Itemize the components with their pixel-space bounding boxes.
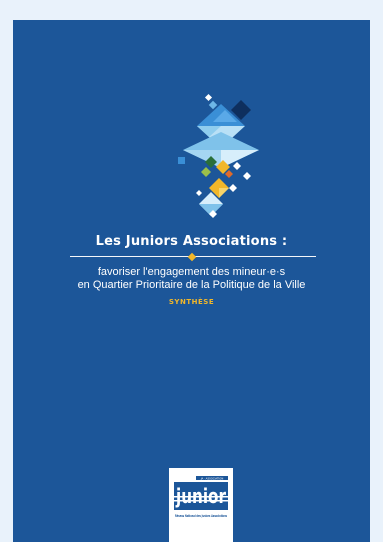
diamond-emblem-icon — [178, 93, 259, 218]
page-frame: Les Juniors Associations : favoriser l'e… — [0, 0, 383, 542]
junior-association-logo: JA · ASSOCIATION junior Réseau National … — [169, 468, 233, 542]
report-subtitle-line2: en Quartier Prioritaire de la Politique … — [77, 279, 306, 291]
divider-diamond-icon — [187, 252, 197, 261]
report-cover: Les Juniors Associations : favoriser l'e… — [13, 20, 370, 542]
logo-top-text: JA · ASSOCIATION — [200, 476, 224, 480]
junior-logo-icon: JA · ASSOCIATION junior Réseau National … — [174, 476, 228, 518]
report-title: Les Juniors Associations : — [95, 234, 288, 249]
logo-caption: Réseau National des Juniors Associations — [175, 514, 227, 518]
document-type-label: SYNTHÈSE — [168, 298, 215, 306]
report-subtitle-line1: favoriser l'engagement des mineur·e·s — [97, 266, 286, 278]
